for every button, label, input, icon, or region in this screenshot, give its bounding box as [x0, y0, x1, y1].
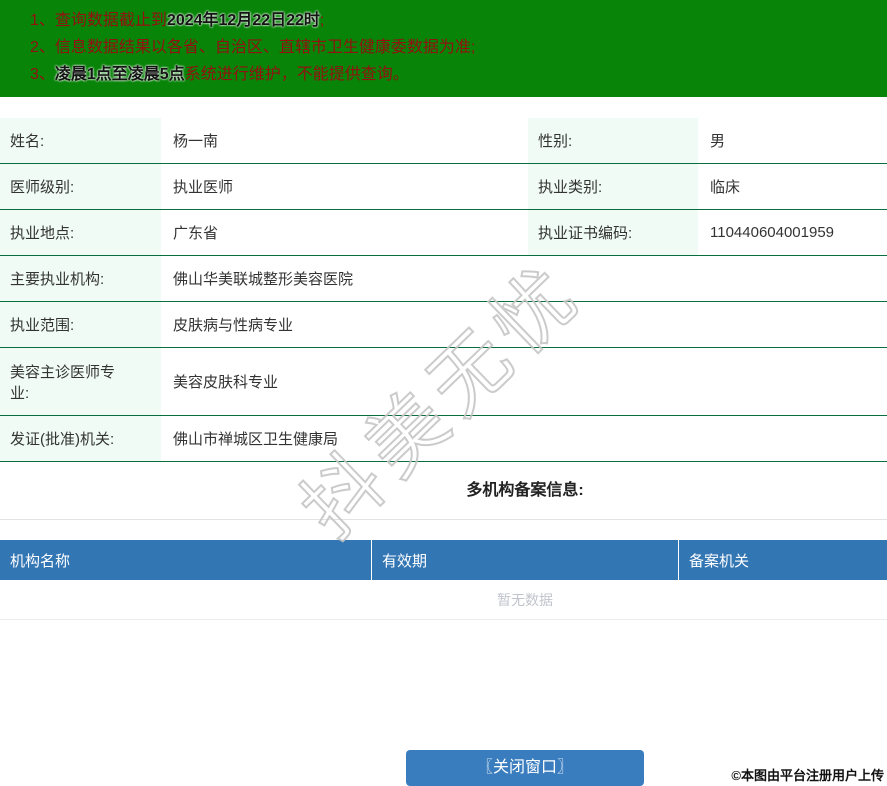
notice-banner: 1、查询数据截止到2024年12月22日22时; 2、信息数据结果以各省、自治区… — [0, 0, 887, 97]
info-row: 执业地点: 广东省 执业证书编码: 110440604001959 — [0, 210, 887, 256]
info-table: 姓名: 杨一南 性别: 男医师级别: 执业医师 执业类别: 临床执业地点: 广东省 执业证书编码… — [0, 118, 887, 462]
record-table: 机构名称 有效期 备案机关 暂无数据 — [0, 540, 887, 620]
info-value: 广东省 — [173, 225, 219, 242]
notice-number: 3、 — [30, 66, 55, 83]
info-value: 美容皮肤科专业 — [173, 374, 279, 391]
copyright-watermark: ©本图由平台注册用户上传 — [731, 768, 884, 783]
record-table-header: 机构名称 有效期 备案机关 — [0, 540, 887, 580]
notice-line: 2、信息数据结果以各省、自治区、直辖市卫生健康委数据为准; — [30, 34, 887, 61]
info-row: 美容主诊医师专 业: 美容皮肤科专业 — [0, 348, 887, 416]
info-value: 皮肤病与性病专业 — [173, 317, 294, 334]
notice-line: 1、查询数据截止到2024年12月22日22时; — [30, 7, 887, 34]
notice-highlight: 凌晨1点至凌晨5点 — [54, 66, 185, 83]
info-label: 主要执业机构: — [0, 256, 161, 301]
info-label: 执业类别: — [528, 164, 698, 209]
notice-text: 系统进行维护，不能提供查询。 — [184, 66, 409, 83]
info-label: 美容主诊医师专 业: — [0, 348, 161, 415]
info-row: 医师级别: 执业医师 执业类别: 临床 — [0, 164, 887, 210]
info-row: 主要执业机构: 佛山华美联城整形美容医院 — [0, 256, 887, 302]
info-label: 执业证书编码: — [528, 210, 698, 255]
info-row: 执业范围: 皮肤病与性病专业 — [0, 302, 887, 348]
notice-line: 3、凌晨1点至凌晨5点系统进行维护，不能提供查询。 — [30, 61, 887, 88]
info-label: 发证(批准)机关: — [0, 416, 161, 461]
info-label: 医师级别: — [0, 164, 161, 209]
info-value: 杨一南 — [173, 133, 219, 150]
empty-data-row: 暂无数据 — [0, 580, 887, 620]
page: 1、查询数据截止到2024年12月22日22时; 2、信息数据结果以各省、自治区… — [0, 0, 887, 786]
notice-number: 2、 — [30, 39, 55, 56]
notice-text: ; — [319, 12, 325, 29]
section-divider — [0, 519, 887, 520]
col-header-org-name: 机构名称 — [0, 540, 372, 580]
info-value: 佛山市禅城区卫生健康局 — [173, 431, 339, 448]
col-header-filing-authority: 备案机关 — [689, 552, 750, 570]
info-value: 佛山华美联城整形美容医院 — [173, 271, 354, 288]
info-label: 执业范围: — [0, 302, 161, 347]
info-row: 发证(批准)机关: 佛山市禅城区卫生健康局 — [0, 416, 887, 462]
info-value: 执业医师 — [173, 179, 234, 196]
notice-number: 1、 — [30, 12, 55, 29]
close-window-button[interactable]: 〖关闭窗口〗 — [406, 750, 644, 786]
info-value: 男 — [710, 133, 726, 150]
col-header-validity: 有效期 — [372, 540, 679, 580]
info-value: 临床 — [710, 179, 741, 196]
section-title: 多机构备案信息: — [466, 482, 584, 499]
info-label: 性别: — [528, 118, 698, 163]
info-label: 执业地点: — [0, 210, 161, 255]
notice-highlight: 2024年12月22日22时 — [166, 12, 320, 29]
info-label: 姓名: — [0, 118, 161, 163]
notice-text: 查询数据截止到 — [54, 12, 167, 29]
info-value: 110440604001959 — [710, 224, 835, 241]
info-row: 姓名: 杨一南 性别: 男 — [0, 118, 887, 164]
notice-text: 信息数据结果以各省、自治区、直辖市卫生健康委数据为准; — [54, 39, 476, 56]
